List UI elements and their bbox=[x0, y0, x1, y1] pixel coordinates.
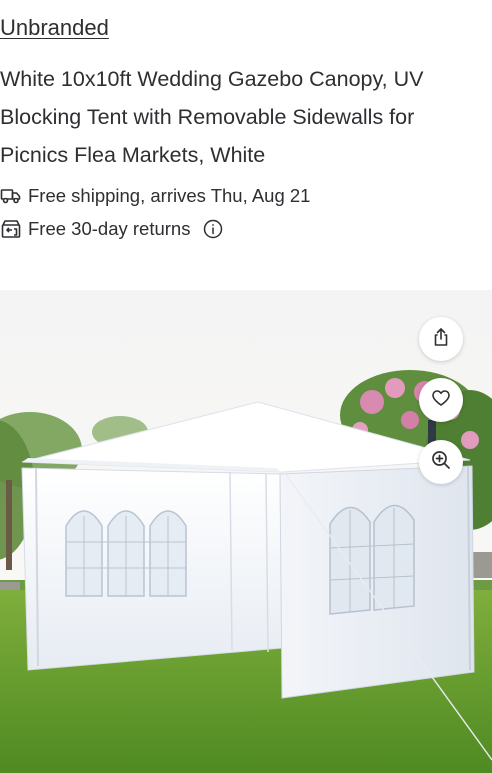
returns-icon bbox=[0, 218, 22, 240]
heart-icon bbox=[430, 387, 452, 414]
shipping-text: Free shipping, arrives Thu, Aug 21 bbox=[28, 185, 311, 206]
zoom-button[interactable] bbox=[419, 440, 463, 484]
returns-text: Free 30-day returns bbox=[28, 218, 191, 239]
share-button[interactable] bbox=[419, 317, 463, 361]
share-icon bbox=[430, 326, 452, 353]
zoom-in-icon bbox=[430, 449, 452, 476]
product-image[interactable] bbox=[0, 290, 492, 773]
returns-row: Free 30-day returns bbox=[0, 216, 224, 242]
info-icon[interactable] bbox=[202, 218, 224, 240]
brand-link[interactable]: Unbranded bbox=[0, 14, 109, 42]
gazebo-photo bbox=[0, 290, 492, 773]
truck-icon bbox=[0, 185, 22, 207]
favorite-button[interactable] bbox=[419, 378, 463, 422]
product-title: White 10x10ft Wedding Gazebo Canopy, UV … bbox=[0, 67, 424, 167]
shipping-row: Free shipping, arrives Thu, Aug 21 bbox=[0, 183, 310, 209]
